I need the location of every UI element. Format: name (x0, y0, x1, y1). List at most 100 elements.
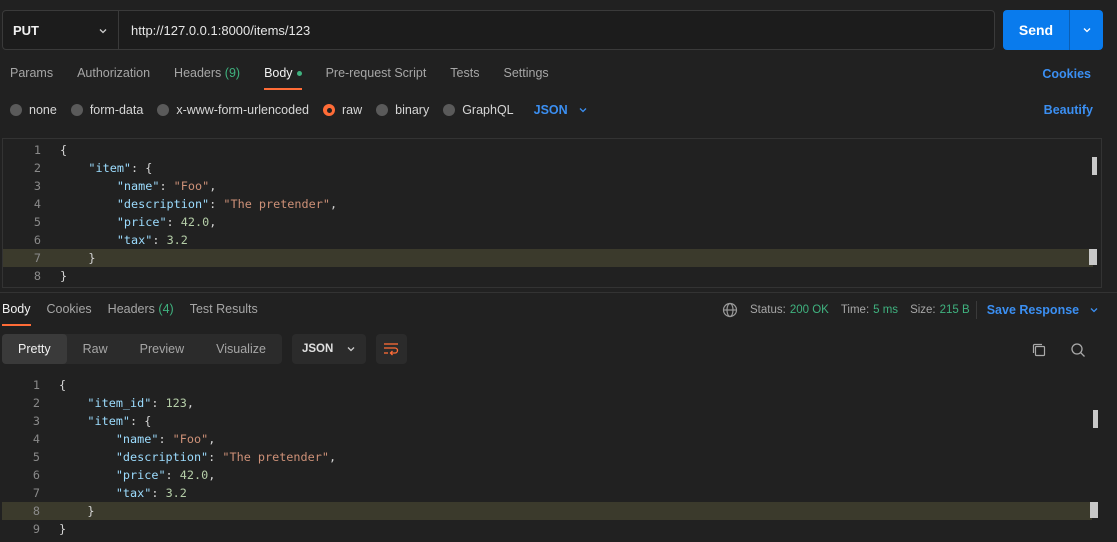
wrap-lines-button[interactable] (375, 334, 407, 364)
tab-response-headers[interactable]: Headers (4) (108, 302, 174, 326)
code-line: 5 "price": 42.0, (3, 213, 1093, 231)
radio-binary[interactable]: binary (376, 103, 429, 117)
radio-icon (70, 104, 83, 116)
tab-label: Settings (503, 66, 549, 80)
save-response-button[interactable]: Save Response (987, 303, 1099, 317)
chevron-down-icon (1090, 308, 1098, 313)
code-line: 6 "tax": 3.2 (3, 231, 1093, 249)
code-text: } (59, 504, 95, 518)
code-text: "item": { (88, 161, 153, 175)
line-number: 8 (33, 269, 41, 283)
view-preview[interactable]: Preview (124, 334, 200, 364)
response-status-bar: Status: 200 OK Time: 5 ms Size: 215 B Sa… (722, 301, 1099, 319)
pane-divider[interactable] (0, 292, 1117, 293)
wrap-lines-icon (384, 343, 399, 356)
tab-response-body[interactable]: Body (2, 302, 31, 326)
status-label: Status: (750, 304, 786, 316)
radio-label: raw (342, 103, 363, 117)
chevron-down-icon (98, 24, 108, 39)
tab-settings[interactable]: Settings (503, 66, 548, 90)
code-line-highlighted: 8 } (2, 502, 1092, 520)
radio-label: none (29, 103, 57, 117)
tab-authorization[interactable]: Authorization (77, 66, 150, 90)
modified-dot-icon (296, 71, 302, 77)
radio-raw[interactable]: raw (323, 103, 362, 117)
method-select[interactable]: PUT (3, 11, 119, 49)
tab-tests[interactable]: Tests (450, 66, 479, 90)
editor-scrollbar[interactable] (1092, 157, 1097, 175)
line-number: 4 (32, 432, 40, 446)
send-button[interactable]: Send (1003, 10, 1070, 50)
response-body-viewer[interactable]: 1{ 2 "item_id": 123, 3 "item": { 4 "name… (2, 376, 1102, 542)
radio-form-data[interactable]: form-data (70, 103, 144, 117)
code-line: 3 "name": "Foo", (3, 177, 1093, 195)
tab-label: Authorization (77, 66, 151, 80)
url-input[interactable]: http://127.0.0.1:8000/items/123 (119, 11, 994, 49)
size-label: Size: (910, 304, 936, 316)
beautify-link[interactable]: Beautify (1044, 103, 1093, 117)
view-pretty[interactable]: Pretty (2, 334, 67, 364)
cursor-marker (1089, 249, 1097, 265)
tab-label: Pre-request Script (325, 66, 427, 80)
line-number: 3 (33, 179, 41, 193)
code-text: "price": 42.0, (115, 468, 216, 482)
radio-label: x-www-form-urlencoded (176, 103, 309, 117)
response-tabs: Body Cookies Headers (4) Test Results (2, 302, 274, 326)
code-line: 8} (3, 267, 1093, 285)
line-number: 2 (33, 161, 41, 175)
radio-graphql[interactable]: GraphQL (443, 103, 514, 117)
response-scrollbar[interactable] (1093, 410, 1098, 428)
code-line: 1{ (2, 376, 1092, 394)
line-number: 2 (32, 396, 40, 410)
response-format-select[interactable]: JSON (291, 334, 366, 364)
line-number: 3 (32, 414, 40, 428)
radio-icon (443, 104, 456, 116)
line-number: 9 (32, 522, 40, 536)
headers-count: (4) (158, 302, 174, 316)
status-value[interactable]: 200 OK (790, 304, 829, 316)
line-number: 4 (33, 197, 41, 211)
response-view-bar: Pretty Raw Preview Visualize JSON (2, 334, 407, 364)
code-text: "name": "Foo", (115, 432, 216, 446)
tab-pre-request-script[interactable]: Pre-request Script (326, 66, 427, 90)
search-icon[interactable] (1070, 342, 1086, 358)
tab-label: Body (264, 66, 293, 80)
radio-label: form-data (89, 103, 144, 117)
tab-label: Cookies (46, 302, 92, 316)
size-value[interactable]: 215 B (940, 304, 970, 316)
cookies-link[interactable]: Cookies (1042, 67, 1091, 81)
request-tabs: Params Authorization Headers (9) Body Pr… (10, 66, 573, 90)
radio-x-www-form-urlencoded[interactable]: x-www-form-urlencoded (157, 103, 309, 117)
radio-none[interactable]: none (10, 103, 57, 117)
code-text: "item": { (87, 414, 152, 428)
tab-headers[interactable]: Headers (9) (174, 66, 240, 90)
body-type-options: none form-data x-www-form-urlencoded raw… (10, 102, 588, 118)
code-text: "tax": 3.2 (116, 233, 188, 247)
request-body-editor[interactable]: 1{ 2 "item": { 3 "name": "Foo", 4 "descr… (2, 138, 1102, 288)
code-line: 2 "item": { (3, 159, 1093, 177)
view-visualize[interactable]: Visualize (200, 334, 282, 364)
send-options-button[interactable] (1070, 10, 1103, 50)
tab-label: Headers (174, 66, 222, 80)
chevron-down-icon (1083, 28, 1090, 33)
code-line: 4 "name": "Foo", (2, 430, 1092, 448)
copy-icon[interactable] (1031, 342, 1047, 358)
radio-icon (157, 104, 170, 116)
tab-label: Tests (450, 66, 480, 80)
line-number: 1 (32, 378, 40, 392)
response-format-label: JSON (301, 343, 334, 355)
raw-format-select[interactable]: JSON (534, 103, 588, 117)
tab-test-results[interactable]: Test Results (190, 302, 258, 326)
view-raw[interactable]: Raw (67, 334, 124, 364)
chevron-down-icon (579, 108, 587, 113)
headers-count: (9) (224, 66, 241, 80)
globe-icon[interactable] (722, 302, 738, 318)
tab-response-cookies[interactable]: Cookies (47, 302, 92, 326)
line-number: 5 (32, 450, 40, 464)
time-value[interactable]: 5 ms (873, 304, 898, 316)
tab-params[interactable]: Params (10, 66, 53, 90)
tab-body[interactable]: Body (264, 66, 302, 90)
code-text: "description": "The pretender", (115, 450, 337, 464)
code-line: 7 "tax": 3.2 (2, 484, 1092, 502)
separator (975, 301, 977, 319)
